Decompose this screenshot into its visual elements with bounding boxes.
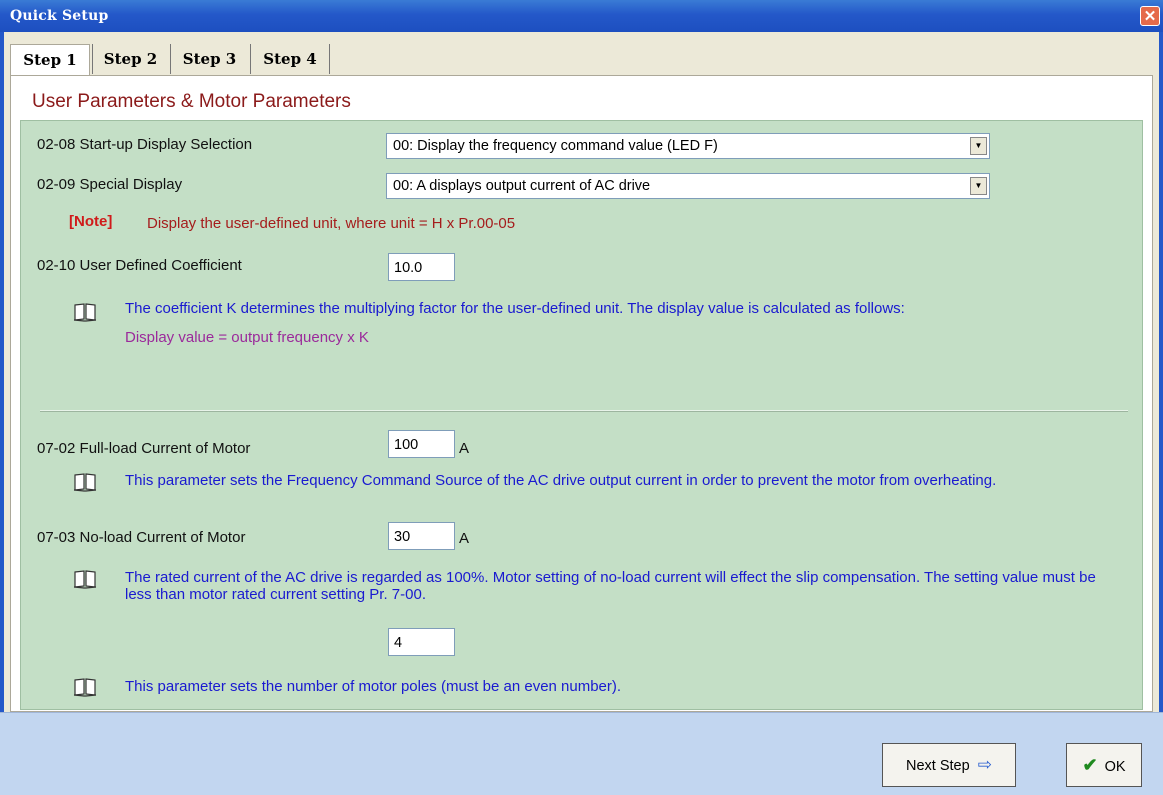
arrow-right-icon: ⇨ (977, 755, 992, 774)
user-coefficient-input[interactable]: 10.0 (388, 253, 455, 281)
book-icon (73, 570, 97, 589)
param-02-10-label: 02-10 User Defined Coefficient (37, 257, 242, 274)
coefficient-formula: Display value = output frequency x K (125, 329, 369, 346)
ok-button[interactable]: ✔ OK (1066, 743, 1142, 787)
button-bar: Next Step ⇨ ✔ OK (0, 712, 1163, 795)
param-07-02-label: 07-02 Full-load Current of Motor (37, 440, 251, 457)
next-step-label: Next Step (906, 758, 970, 774)
param-02-08-label: 02-08 Start-up Display Selection (37, 136, 253, 153)
book-icon (73, 678, 97, 697)
next-step-button[interactable]: Next Step ⇨ (882, 743, 1016, 787)
book-icon (73, 473, 97, 492)
tab-step-1[interactable]: Step 1 (10, 44, 90, 77)
title-bar: Quick Setup ✕ (0, 0, 1163, 32)
startup-display-select[interactable]: 00: Display the frequency command value … (386, 133, 990, 159)
chevron-down-icon[interactable]: ▼ (970, 177, 987, 195)
motor-poles-input[interactable]: 4 (388, 628, 455, 656)
no-load-unit: A (459, 530, 470, 547)
section-divider (40, 410, 1128, 412)
coefficient-info-text: The coefficient K determines the multipl… (125, 300, 905, 317)
full-load-unit: A (459, 440, 470, 457)
parameters-panel (20, 120, 1143, 710)
motor-poles-info-text: This parameter sets the number of motor … (125, 678, 622, 695)
no-load-info-text: The rated current of the AC drive is reg… (125, 569, 1096, 603)
param-07-03-label: 07-03 No-load Current of Motor (37, 529, 246, 546)
note-tag: [Note] (69, 213, 113, 230)
window-frame-right (1159, 32, 1163, 794)
param-02-09-label: 02-09 Special Display (37, 176, 183, 193)
window-frame-left (0, 32, 4, 794)
special-display-select[interactable]: 00: A displays output current of AC driv… (386, 173, 990, 199)
full-load-info-text: This parameter sets the Frequency Comman… (125, 472, 997, 489)
special-display-value: 00: A displays output current of AC driv… (393, 178, 651, 194)
section-title: User Parameters & Motor Parameters (32, 91, 351, 112)
note-text: Display the user-defined unit, where uni… (147, 215, 516, 232)
checkmark-icon: ✔ (1082, 755, 1098, 775)
tab-step-3[interactable]: Step 3 (170, 44, 248, 74)
full-load-current-input[interactable]: 100 (388, 430, 455, 458)
startup-display-value: 00: Display the frequency command value … (393, 138, 718, 154)
book-icon (73, 303, 97, 322)
tab-step-2[interactable]: Step 2 (92, 44, 168, 74)
ok-label: OK (1104, 759, 1126, 775)
window-title: Quick Setup (10, 8, 109, 24)
tab-step-4[interactable]: Step 4 (250, 44, 330, 74)
no-load-current-input[interactable]: 30 (388, 522, 455, 550)
close-button[interactable]: ✕ (1140, 6, 1160, 26)
chevron-down-icon[interactable]: ▼ (970, 137, 987, 155)
